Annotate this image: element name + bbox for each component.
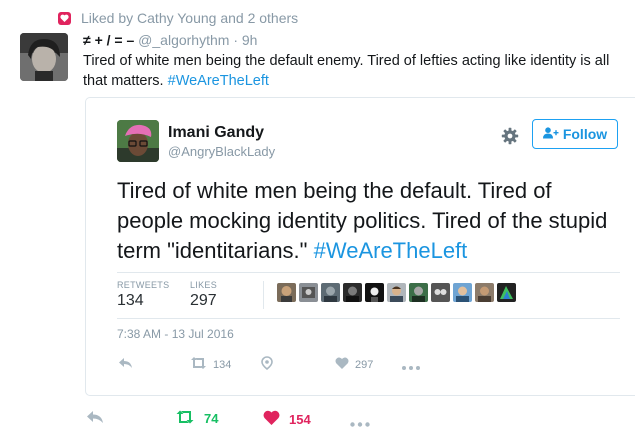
- retweets-stat-value[interactable]: 134: [117, 292, 144, 310]
- like-count: 154: [289, 411, 311, 427]
- avatar[interactable]: [20, 33, 68, 81]
- hashtag-link[interactable]: #WeAreTheLeft: [168, 73, 269, 89]
- liker-avatar[interactable]: [365, 283, 384, 302]
- follow-person-icon: [542, 126, 559, 142]
- follow-button[interactable]: Follow: [532, 119, 618, 149]
- liker-avatar[interactable]: [431, 283, 450, 302]
- divider: [117, 318, 620, 319]
- divider: [263, 281, 264, 309]
- reply-icon: [86, 410, 104, 427]
- retweet-button[interactable]: 74: [175, 410, 218, 427]
- tweet-timestamp[interactable]: 9h: [242, 32, 258, 48]
- separator-dot: ·: [233, 32, 238, 48]
- tweet-header: ≠ + / = – @_algorhythm · 9h: [83, 32, 257, 48]
- quoted-more-button[interactable]: [402, 361, 420, 373]
- like-button[interactable]: 154: [263, 410, 311, 428]
- liked-by-text: Liked by Cathy Young and 2 others: [81, 10, 299, 26]
- retweet-icon: [190, 357, 207, 372]
- liker-avatar[interactable]: [409, 283, 428, 302]
- liked-by-row[interactable]: Liked by Cathy Young and 2 others: [58, 9, 298, 27]
- more-icon: [402, 361, 420, 373]
- liker-avatar[interactable]: [343, 283, 362, 302]
- heart-icon: [58, 11, 71, 25]
- follow-label: Follow: [562, 126, 608, 142]
- divider: [117, 272, 620, 273]
- quoted-periscope-button[interactable]: [260, 356, 274, 373]
- author-handle[interactable]: @_algorhythm: [138, 32, 229, 48]
- quoted-timestamp[interactable]: 7:38 AM - 13 Jul 2016: [117, 327, 234, 341]
- more-icon: [350, 415, 370, 430]
- quoted-author-handle[interactable]: @AngryBlackLady: [168, 144, 275, 159]
- quoted-like-button[interactable]: 297: [335, 357, 373, 372]
- quoted-reply-button[interactable]: [118, 357, 133, 372]
- retweet-count: 74: [204, 411, 219, 426]
- quoted-avatar[interactable]: [117, 120, 159, 162]
- reply-icon: [118, 357, 133, 372]
- gear-icon[interactable]: [501, 127, 519, 145]
- periscope-icon: [260, 356, 274, 373]
- liker-avatar[interactable]: [475, 283, 494, 302]
- more-button[interactable]: [350, 415, 370, 430]
- quoted-retweet-count: 134: [213, 358, 232, 371]
- quoted-tweet-text: Tired of white men being the default. Ti…: [117, 176, 622, 266]
- tweet-text: Tired of white men being the default ene…: [83, 51, 628, 91]
- quoted-author-name[interactable]: Imani Gandy: [168, 124, 264, 142]
- retweets-stat-label: RETWEETS: [117, 280, 170, 290]
- tweet-body: Tired of white men being the default ene…: [83, 53, 610, 89]
- liker-avatar[interactable]: [321, 283, 340, 302]
- quoted-hashtag-link[interactable]: #WeAreTheLeft: [314, 238, 468, 263]
- quoted-retweet-button[interactable]: 134: [190, 357, 231, 372]
- like-icon: [335, 357, 349, 372]
- retweet-icon: [175, 410, 195, 427]
- liker-avatar[interactable]: [277, 283, 296, 302]
- like-icon: [263, 410, 280, 428]
- likes-stat-label: LIKES: [190, 280, 218, 290]
- reply-button[interactable]: [86, 410, 104, 427]
- liker-avatar[interactable]: [453, 283, 472, 302]
- author-name[interactable]: ≠ + / = –: [83, 32, 134, 48]
- quoted-like-count: 297: [355, 358, 374, 371]
- liker-avatars: [277, 283, 516, 302]
- liker-avatar[interactable]: [387, 283, 406, 302]
- likes-stat-value[interactable]: 297: [190, 292, 217, 310]
- liker-avatar[interactable]: [299, 283, 318, 302]
- liker-avatar[interactable]: [497, 283, 516, 302]
